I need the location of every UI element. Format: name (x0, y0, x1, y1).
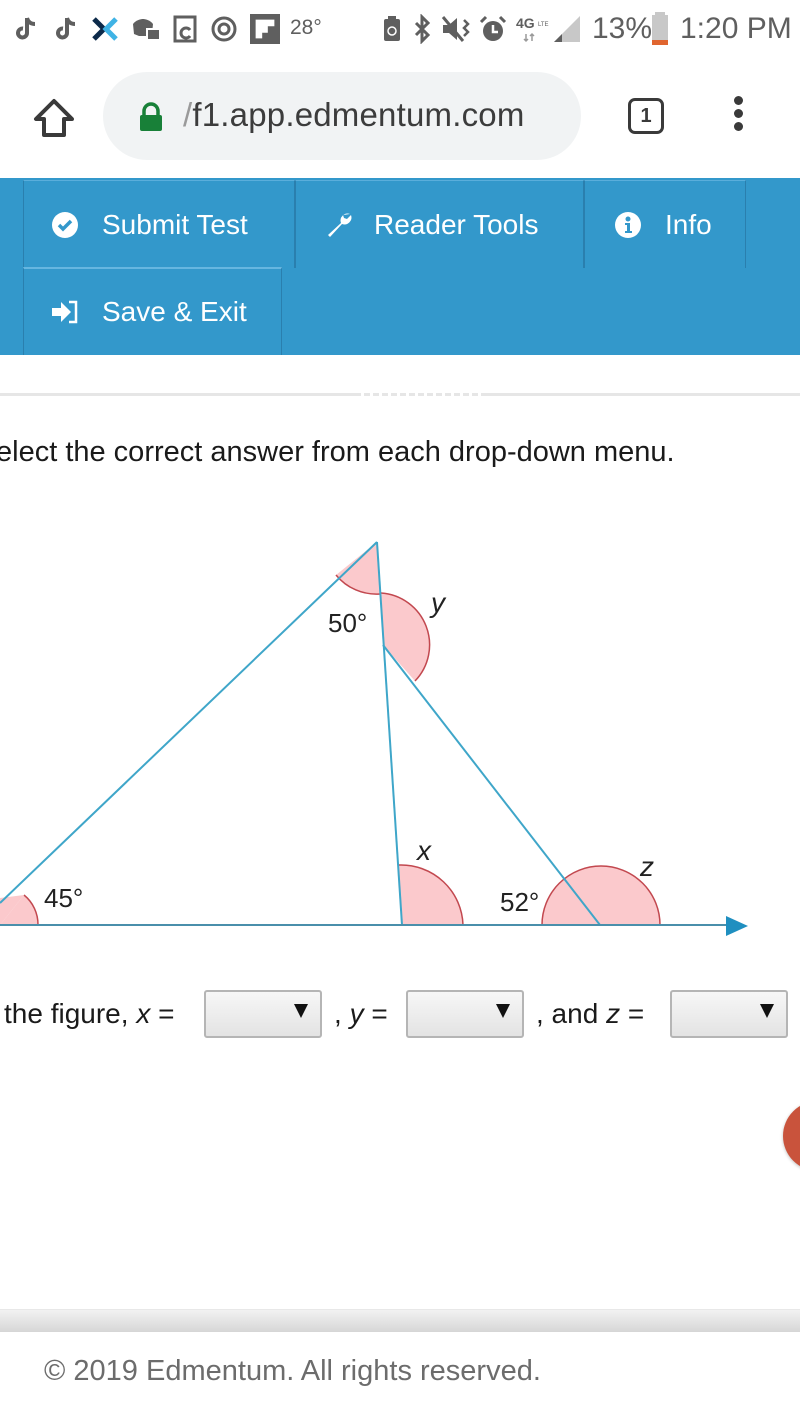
angle-arcs (0, 542, 661, 926)
vibrate-mute-icon (441, 16, 470, 42)
y-prefix: , y = (334, 998, 388, 1029)
arc-y (381, 593, 430, 681)
url-field[interactable]: /f1.app.edmentum.com (103, 72, 581, 160)
answer-prefix: the figure, x = (4, 998, 175, 1029)
label-x: x (415, 835, 432, 866)
save-exit-label: Save & Exit (102, 296, 247, 327)
battery-percent: 13% (592, 12, 653, 45)
arc-50 (336, 542, 380, 595)
svg-text:LTE: LTE (538, 22, 549, 28)
test-toolbar: Submit Test Reader Tools Info Save & Exi… (0, 178, 800, 355)
ray-arrowhead (726, 916, 748, 936)
xodo-icon (92, 17, 118, 41)
answer-sentence: the figure, x = , y = , and z = (0, 990, 800, 1040)
divider-handle (355, 393, 487, 396)
temperature: 28° (290, 16, 322, 39)
reader-tools-button[interactable]: Reader Tools (295, 180, 584, 268)
tiktok-icon (56, 17, 76, 40)
arc-x (399, 864, 463, 925)
label-45: 45° (44, 883, 83, 913)
svg-text:4G: 4G (516, 15, 535, 31)
clock: 1:20 PM (680, 12, 792, 45)
submit-test-label: Submit Test (102, 208, 248, 240)
label-z: z (639, 851, 654, 882)
status-bar: 28° 4G LTE 13% 1:20 PM (0, 0, 800, 60)
label-y: y (429, 587, 447, 618)
sign-in-icon (50, 297, 80, 327)
dropdown-arrow-icon (496, 1004, 510, 1018)
question-instructions: elect the correct answer from each drop-… (0, 436, 675, 468)
url-text: /f1.app.edmentum.com (183, 96, 525, 133)
x-dropdown[interactable] (204, 990, 322, 1038)
wrench-icon (324, 210, 354, 240)
discord-icon (133, 19, 161, 41)
screen-rotate-icon (173, 15, 197, 43)
alarm-icon (479, 15, 507, 41)
label-52: 52° (500, 887, 539, 917)
bluetooth-icon (414, 14, 431, 44)
tab-switcher-button[interactable]: 1 (628, 98, 664, 134)
battery-icon (652, 12, 668, 45)
dropdown-arrow-icon (294, 1004, 308, 1018)
4g-lte-icon: 4G LTE (516, 15, 549, 43)
signal-icon (554, 16, 580, 42)
z-prefix: , and z = (536, 998, 645, 1029)
flipboard-icon (250, 14, 280, 44)
tiktok-icon (16, 17, 36, 40)
floating-action-button[interactable] (783, 1101, 800, 1171)
copyright-text: © 2019 Edmentum. All rights reserved. (44, 1355, 541, 1387)
reader-tools-label: Reader Tools (374, 208, 539, 240)
figure-lines (0, 541, 732, 926)
dropdown-arrow-icon (760, 1004, 774, 1018)
save-exit-button[interactable]: Save & Exit (23, 267, 282, 355)
battery-saver-icon (384, 16, 400, 41)
z-dropdown[interactable] (670, 990, 788, 1038)
home-icon[interactable] (30, 95, 78, 143)
info-button[interactable]: Info (584, 180, 746, 268)
lock-icon (140, 102, 162, 131)
overflow-menu-icon[interactable] (728, 96, 748, 136)
footer-bar (0, 1309, 800, 1332)
y-dropdown[interactable] (406, 990, 524, 1038)
line-left-side (0, 541, 378, 904)
submit-test-button[interactable]: Submit Test (23, 180, 295, 268)
triangle-figure: 50° y x 45° 52° z (0, 541, 748, 936)
info-label: Info (665, 208, 712, 240)
info-circle-icon (613, 210, 643, 240)
browser-address-bar: /f1.app.edmentum.com 1 (0, 60, 800, 178)
check-circle-icon (50, 210, 80, 240)
at-sign-icon (211, 16, 237, 42)
label-50: 50° (328, 608, 367, 638)
